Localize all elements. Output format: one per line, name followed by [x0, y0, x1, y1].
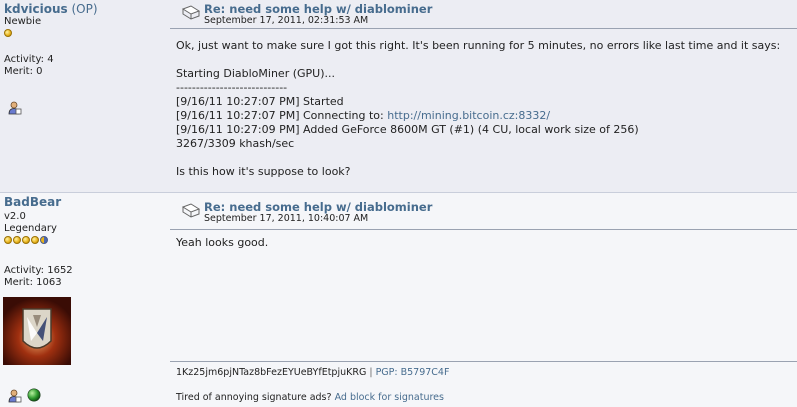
- rank-stars: [4, 236, 164, 246]
- pool-url-link[interactable]: http://mining.bitcoin.cz:8332/: [387, 109, 550, 122]
- profile-icon[interactable]: [8, 389, 22, 403]
- signature-divider: [170, 361, 797, 362]
- rank-coin-half-icon: [40, 236, 48, 244]
- signature-ad-notice: Tired of annoying signature ads? Ad bloc…: [176, 392, 444, 403]
- body-line: Ok, just want to make sure I got this ri…: [176, 39, 781, 52]
- merit-count: Merit: 0: [4, 66, 43, 77]
- body-line: [9/16/11 10:27:07 PM] Started: [176, 95, 344, 108]
- rank-coin-icon: [31, 236, 39, 244]
- poster-info: kdvicious (OP) Newbie Activity: 4 Merit:…: [4, 3, 164, 78]
- body-line: Is this how it's suppose to look?: [176, 165, 351, 178]
- post-body: Yeah looks good.: [176, 236, 269, 249]
- post: kdvicious (OP) Newbie Activity: 4 Merit:…: [0, 0, 797, 193]
- rank-coin-icon: [4, 29, 12, 37]
- post-body: Ok, just want to make sure I got this ri…: [176, 39, 780, 179]
- body-line: ----------------------------: [176, 81, 288, 94]
- rank-stars: [4, 29, 164, 39]
- message-icon: [181, 5, 201, 20]
- activity-count: Activity: 4: [4, 54, 54, 65]
- signature: 1Kz25jm6pjNTaz8bFezEYUeBYfEtpjuKRG | PGP…: [176, 367, 450, 378]
- author-name-link[interactable]: kdvicious: [4, 2, 68, 16]
- op-tag: (OP): [67, 2, 98, 16]
- ad-block-link[interactable]: Ad block for signatures: [335, 392, 444, 403]
- post: BadBear v2.0 Legendary Activity: 1652 Me…: [0, 193, 797, 407]
- member-title: v2.0: [4, 211, 26, 222]
- profile-icon[interactable]: [8, 101, 22, 115]
- poster-info: BadBear v2.0 Legendary Activity: 1652 Me…: [4, 196, 164, 289]
- rank-coin-icon: [4, 236, 12, 244]
- body-line: Starting DiabloMiner (GPU)...: [176, 67, 336, 80]
- post-subject-link[interactable]: Re: need some help w/ diablominer: [204, 201, 432, 213]
- body-line: [9/16/11 10:27:09 PM] Added GeForce 8600…: [176, 123, 639, 136]
- body-line: 3267/3309 khash/sec: [176, 137, 295, 150]
- merit-count: Merit: 1063: [4, 277, 62, 288]
- message-icon: [181, 203, 201, 218]
- member-rank: Legendary: [4, 223, 57, 234]
- pgp-link[interactable]: PGP: B5797C4F: [376, 367, 450, 378]
- post-date: September 17, 2011, 02:31:53 AM: [204, 15, 369, 26]
- body-line: [9/16/11 10:27:07 PM] Connecting to: htt…: [176, 109, 551, 122]
- avatar: [3, 297, 71, 365]
- signature-address: 1Kz25jm6pjNTaz8bFezEYUeBYfEtpjuKRG: [176, 367, 367, 378]
- author-name-link[interactable]: BadBear: [4, 195, 61, 209]
- rank-coin-icon: [22, 236, 30, 244]
- wings-emblem-icon: [22, 308, 52, 349]
- rank-coin-icon: [13, 236, 21, 244]
- post-date: September 17, 2011, 10:40:07 AM: [204, 213, 369, 224]
- post-content: Re: need some help w/ diablominer Septem…: [170, 0, 797, 192]
- post-content: Re: need some help w/ diablominer Septem…: [170, 193, 797, 407]
- member-rank: Newbie: [4, 16, 42, 27]
- post-subject-link[interactable]: Re: need some help w/ diablominer: [204, 3, 432, 15]
- globe-icon: [27, 388, 41, 402]
- activity-count: Activity: 1652: [4, 265, 73, 276]
